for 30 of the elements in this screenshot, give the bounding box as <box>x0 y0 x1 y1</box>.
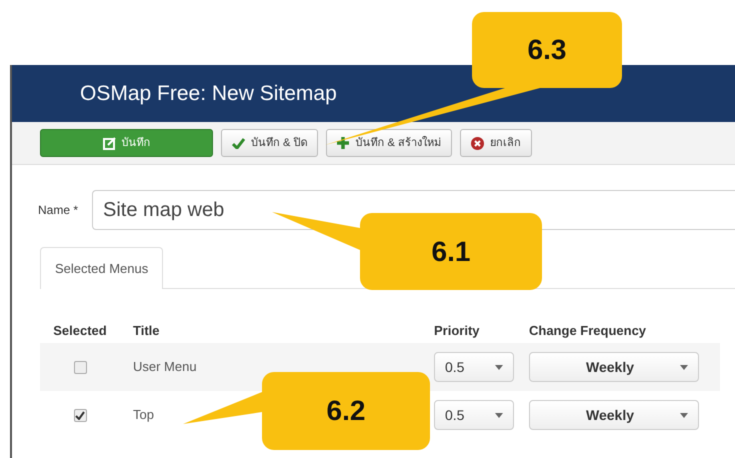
checkbox[interactable] <box>74 408 86 422</box>
cancel-button[interactable]: ยกเลิก <box>460 129 532 157</box>
priority-select[interactable]: 0.5 <box>434 352 514 382</box>
menu-title: Top <box>133 406 154 424</box>
caret-icon <box>680 412 688 418</box>
plus-icon <box>337 137 350 149</box>
tab[interactable]: Selected Menus <box>40 247 164 289</box>
cancel-icon <box>470 136 484 150</box>
menu-title: User Menu <box>133 358 197 376</box>
caret-icon <box>495 364 503 370</box>
save-close-button[interactable]: บันทึก & ปิด <box>221 129 318 157</box>
frequency-select[interactable]: Weekly <box>529 352 699 382</box>
check-icon <box>232 138 245 148</box>
selected-header: Selected <box>53 322 107 340</box>
name-label: Name * <box>38 202 78 219</box>
caret-icon <box>680 364 688 370</box>
frequency-select[interactable]: Weekly <box>529 400 699 430</box>
caret-icon <box>495 412 503 418</box>
callout-number: 6.2 <box>326 394 366 428</box>
frequency-header: Change Frequency <box>529 322 648 340</box>
checkbox[interactable] <box>74 360 86 374</box>
callout-number: 6.1 <box>430 234 472 268</box>
window-title: OSMap Free: New Sitemap <box>80 80 337 107</box>
priority-select[interactable]: 0.5 <box>434 400 514 430</box>
save-new-button[interactable]: บันทึก & สร้างใหม่ <box>326 129 452 157</box>
callout-number: 6.3 <box>526 33 568 67</box>
edit-icon <box>102 136 116 150</box>
save-button[interactable]: บันทึก <box>40 129 213 157</box>
priority-header: Priority <box>434 322 481 340</box>
title-header: Title <box>132 322 160 340</box>
